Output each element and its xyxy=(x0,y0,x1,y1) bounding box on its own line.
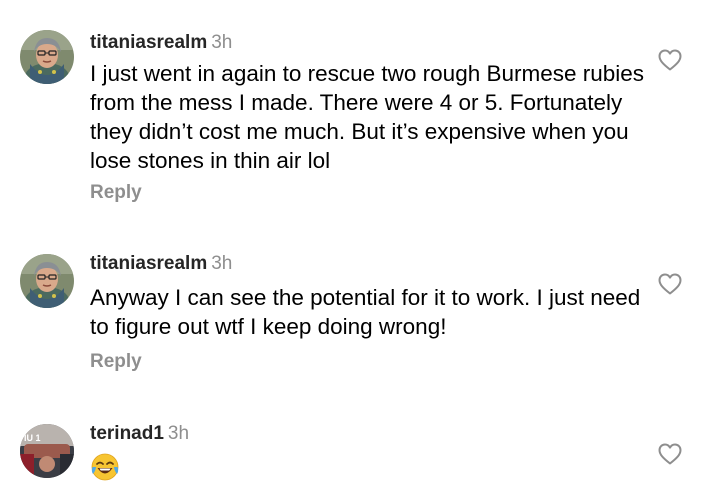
reply-button[interactable]: Reply xyxy=(90,351,142,373)
comment-text: I just went in again to rescue two rough… xyxy=(90,61,645,173)
avatar[interactable] xyxy=(20,30,74,84)
username[interactable]: titaniasrealm xyxy=(90,32,207,53)
avatar[interactable] xyxy=(20,254,74,308)
comment-text: Anyway I can see the potential for it to… xyxy=(90,285,641,339)
comment-meta: titaniasrealm 3h xyxy=(90,253,232,275)
avatar[interactable]: IU 1 xyxy=(20,424,74,478)
comment-meta: titaniasrealm 3h xyxy=(90,32,232,54)
face-with-tears-of-joy-icon xyxy=(90,452,120,482)
timestamp: 3h xyxy=(211,32,233,53)
reply-button[interactable]: Reply xyxy=(90,182,142,204)
timestamp: 3h xyxy=(167,423,190,444)
comment-item: titaniasrealm 3h Anyway I can see the pot… xyxy=(0,220,720,390)
heart-outline-icon[interactable] xyxy=(658,443,682,465)
heart-outline-icon[interactable] xyxy=(658,49,682,71)
comment-item: titaniasrealm 3h I just went in again to … xyxy=(0,0,720,220)
timestamp: 3h xyxy=(211,253,233,274)
svg-text:IU 1: IU 1 xyxy=(24,433,41,443)
username[interactable]: titaniasrealm xyxy=(90,253,207,274)
comment-meta: terinad1 3h xyxy=(90,423,189,445)
username[interactable]: terinad1 xyxy=(90,423,164,444)
heart-outline-icon[interactable] xyxy=(658,273,682,295)
comment-item: IU 1 terinad1 3h xyxy=(0,390,720,492)
